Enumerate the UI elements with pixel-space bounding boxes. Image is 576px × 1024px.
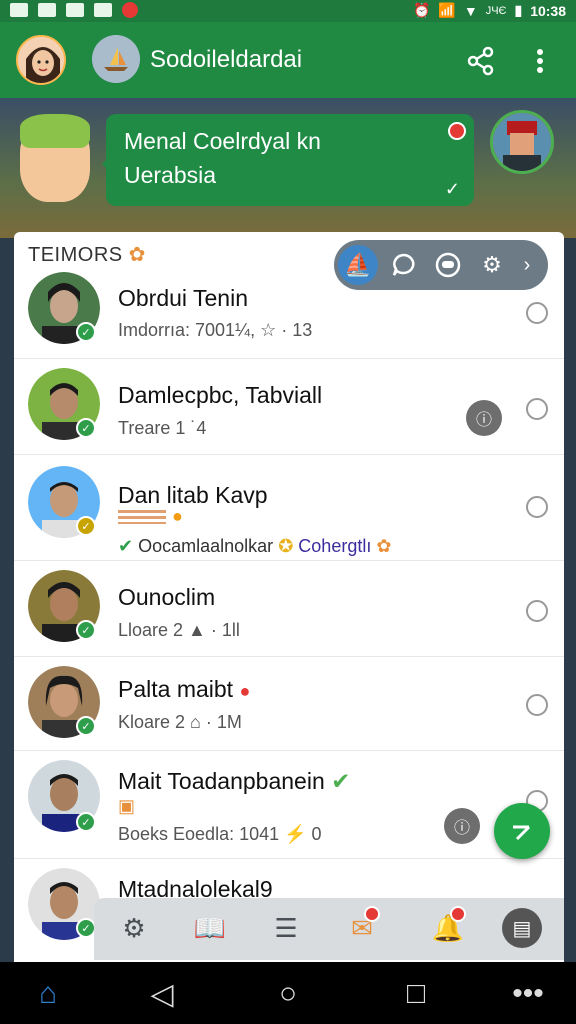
app-bar: Sodoileldardai [0, 22, 576, 98]
clock: 10:38 [530, 2, 566, 19]
contact-name-text: Mait Toadanpbanein [118, 768, 325, 794]
recents-icon[interactable]: □ [396, 974, 436, 1014]
contact-status: Kloare 2 ⌂ · 1M [118, 712, 242, 732]
wifi-icon: 📶 [438, 2, 456, 18]
verified-badge: ✓ [76, 716, 96, 736]
contact-list-panel: TEIMORS ✿ ⛵ ⚙ › ✓ Obrdui Tenin Imdorrıa: … [14, 232, 564, 972]
bell-icon[interactable]: 🔔 [428, 906, 468, 948]
info-button[interactable]: ⓘ [444, 808, 480, 844]
chat-banner: Menal Coelrdyal kn Uerabsia ✓ [0, 98, 576, 238]
check-circle-icon: ✔ [118, 536, 134, 556]
sd-card-icon[interactable]: ▤ [502, 908, 542, 948]
back-icon[interactable]: ◁ [142, 974, 182, 1014]
verified-badge: ✓ [76, 418, 96, 438]
list-item[interactable]: ✓ Damlecpbc, Tabviall Treare 1 ˙4 ⓘ [14, 358, 564, 455]
share-icon[interactable] [466, 46, 496, 76]
settings-tab[interactable]: ⚙ [114, 908, 154, 948]
gallery-icon [38, 3, 56, 17]
status-link[interactable]: Cohergtlı [298, 536, 371, 556]
speaker-avatar [20, 114, 90, 202]
select-radio[interactable] [526, 302, 548, 324]
battery-icon: ▮ [514, 2, 523, 18]
more-horiz-icon[interactable]: ••• [508, 974, 548, 1014]
verified-badge: ✓ [76, 322, 96, 342]
award-icon: ✿ [376, 536, 392, 556]
notification-icon [94, 3, 112, 17]
contact-status: Imdorrıa: 7001¼, ☆ · 13 [118, 320, 313, 340]
flame-icon: ● [172, 506, 183, 526]
chest-icon: ▣ [118, 796, 136, 816]
read-tick-icon: ✓ [444, 179, 460, 199]
contact-name-text: Palta maibt [118, 676, 234, 702]
signal-text: JЧЄ [485, 4, 507, 17]
alert-icon [122, 2, 138, 18]
notification-icon [66, 3, 84, 17]
contact-status: Oocamlaalnolkar [138, 536, 274, 556]
notification-dot [364, 906, 380, 922]
message-line-1: Menal Coelrdyal kn [124, 128, 321, 154]
system-nav-bar: ⌂ ◁ ○ □ ••• [0, 962, 576, 1024]
contact-status-row: ✔ Oocamlaalnolkar ✪ Cohergtlı ✿ [118, 536, 391, 557]
verified-badge: ✓ [76, 918, 96, 938]
contact-name: Mait Toadanpbanein ✔ [118, 768, 350, 795]
mail-icon[interactable]: ✉ [342, 906, 382, 948]
contact-name: Dan litab Kavp [118, 482, 268, 508]
bottom-tab-bar: ⚙ 📖 ☰ ✉ 🔔 ▤ [94, 898, 564, 960]
verified-badge: ✓ [76, 516, 96, 536]
contact-status: Lloare 2 ▲ · 1ll [118, 620, 240, 640]
contact-name: Obrdui Tenin [118, 285, 248, 311]
notification-icon [10, 3, 28, 17]
list-item[interactable]: ✓ Ounoclim Lloare 2 ▲ · 1ll [14, 560, 564, 657]
message-bubble[interactable]: Menal Coelrdyal kn Uerabsia ✓ [102, 114, 474, 206]
info-button[interactable]: ⓘ [466, 400, 502, 436]
award-icon: ✿ [128, 244, 146, 266]
list-title: TEIMORS ✿ [28, 242, 146, 267]
verified-badge: ✓ [76, 620, 96, 640]
list-item[interactable]: ✓ Dan litab Kavp ● ✔ Oocamlaalnolkar ✪ C… [14, 454, 564, 561]
home-icon[interactable]: ⌂ [28, 974, 68, 1014]
progress-stripe [118, 510, 166, 524]
app-title: Sodoileldardai [150, 46, 303, 73]
unread-indicator [448, 122, 466, 140]
circle-home-icon[interactable]: ○ [268, 974, 308, 1014]
select-radio[interactable] [526, 694, 548, 716]
check-circle-icon: ✔ [331, 768, 351, 794]
message-line-2: Uerabsia [124, 162, 217, 188]
clipboard-icon[interactable]: ☰ [266, 908, 306, 948]
select-radio[interactable] [526, 398, 548, 420]
contact-name: Ounoclim [118, 584, 216, 610]
badge-icon: ✪ [278, 536, 294, 556]
contact-status: Boeks Eoedla: 1041 ⚡ 0 [118, 824, 322, 844]
contact-name: Palta maibt ● [118, 676, 250, 703]
status-bar: ⏰ 📶 ▼ JЧЄ ▮ 10:38 [0, 0, 576, 22]
verified-badge: ✓ [76, 812, 96, 832]
more-vert-icon[interactable] [530, 48, 550, 74]
contact-name: Damlecpbc, Tabviall [118, 382, 323, 408]
contact-status: Treare 1 ˙4 [118, 418, 207, 438]
system-status: ⏰ 📶 ▼ JЧЄ ▮ 10:38 [413, 2, 566, 19]
notification-icons [10, 2, 138, 18]
signal-icon: ▼ [463, 2, 478, 19]
alarm-icon: ⏰ [412, 2, 431, 18]
notification-dot [450, 906, 466, 922]
pin-icon: ● [239, 681, 251, 701]
list-item[interactable]: ✓ Mait Toadanpbanein ✔ ▣ Boeks Eoedla: 1… [14, 750, 564, 859]
list-title-text: TEIMORS [28, 244, 123, 266]
list-item[interactable]: ✓ Obrdui Tenin Imdorrıa: 7001¼, ☆ · 13 [14, 272, 564, 359]
recipient-avatar[interactable] [490, 110, 554, 174]
compose-fab[interactable] [494, 803, 550, 859]
select-radio[interactable] [526, 496, 548, 518]
book-icon[interactable]: 📖 [190, 908, 230, 948]
user-avatar[interactable] [16, 35, 66, 85]
group-logo[interactable] [92, 35, 140, 83]
list-item[interactable]: ✓ Palta maibt ● Kloare 2 ⌂ · 1M [14, 656, 564, 751]
select-radio[interactable] [526, 600, 548, 622]
